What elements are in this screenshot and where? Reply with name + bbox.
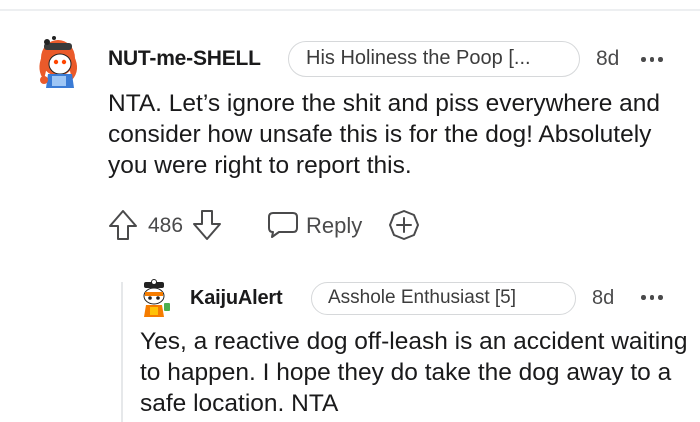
comment-body: NTA. Let’s ignore the shit and piss ever… <box>108 90 661 179</box>
downvote-arrow-icon[interactable] <box>192 209 222 241</box>
reply-label: Reply <box>306 213 363 238</box>
top-divider <box>0 9 700 11</box>
more-icon[interactable] <box>641 295 663 300</box>
comment-actions: 486 Reply <box>108 205 508 245</box>
comment-age: 8d <box>596 47 620 70</box>
thread-line[interactable] <box>121 282 123 422</box>
more-icon[interactable] <box>641 57 663 62</box>
avatar[interactable] <box>34 34 84 90</box>
comment-username[interactable]: NUT-me-SHELL <box>108 47 261 71</box>
reply-bubble-icon <box>268 212 298 238</box>
user-flair: Asshole Enthusiast [5] <box>311 282 576 315</box>
user-flair: His Holiness the Poop [... <box>288 41 580 77</box>
award-icon[interactable] <box>388 209 420 241</box>
upvote-arrow-icon[interactable] <box>108 209 138 241</box>
avatar[interactable] <box>138 279 174 319</box>
vote-count: 486 <box>148 214 184 237</box>
comment-age: 8d <box>592 287 615 309</box>
comment-username[interactable]: KaijuAlert <box>190 287 283 310</box>
comment-body: Yes, a reactive dog off-leash is an acci… <box>140 328 688 417</box>
